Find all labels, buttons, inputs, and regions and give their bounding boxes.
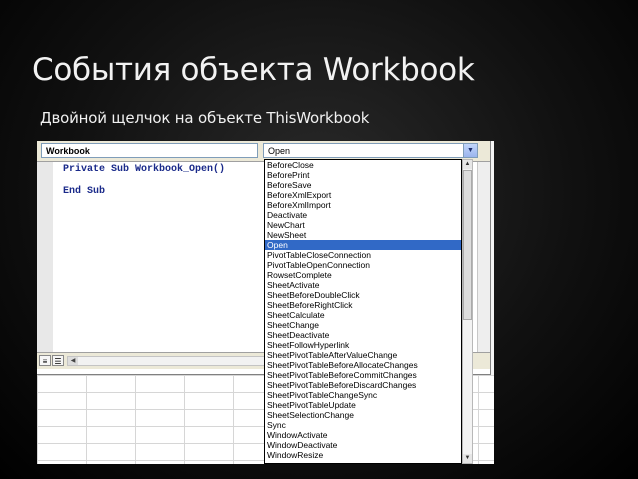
dropdown-item[interactable]: SheetPivotTableBeforeAllocateChanges — [265, 360, 461, 370]
dropdown-item[interactable]: Deactivate — [265, 210, 461, 220]
dropdown-item[interactable]: SheetChange — [265, 320, 461, 330]
slide-title: События объекта Workbook — [32, 52, 475, 88]
dropdown-item[interactable]: PivotTableCloseConnection — [265, 250, 461, 260]
full-module-view-icon[interactable]: ☰ — [52, 355, 64, 366]
dropdown-item[interactable]: SheetBeforeDoubleClick — [265, 290, 461, 300]
dropdown-item[interactable]: SheetPivotTableAfterValueChange — [265, 350, 461, 360]
dropdown-item[interactable]: SheetPivotTableChangeSync — [265, 390, 461, 400]
dropdown-item[interactable]: SheetFollowHyperlink — [265, 340, 461, 350]
dropdown-item[interactable]: WindowActivate — [265, 430, 461, 440]
dropdown-item[interactable]: BeforeSave — [265, 180, 461, 190]
dropdown-item[interactable]: SheetSelectionChange — [265, 410, 461, 420]
dropdown-item[interactable]: NewSheet — [265, 230, 461, 240]
dropdown-item[interactable]: BeforeXmlImport — [265, 200, 461, 210]
dropdown-item[interactable]: SheetActivate — [265, 280, 461, 290]
dropdown-item[interactable]: PivotTableOpenConnection — [265, 260, 461, 270]
procedure-combobox-value: Open — [268, 146, 291, 156]
code-vertical-scrollbar[interactable] — [477, 162, 490, 352]
dropdown-item[interactable]: Sync — [265, 420, 461, 430]
dropdown-item[interactable]: SheetBeforeRightClick — [265, 300, 461, 310]
dropdown-item[interactable]: SheetCalculate — [265, 310, 461, 320]
scroll-left-icon[interactable]: ◀ — [68, 357, 78, 365]
dropdown-item[interactable]: BeforeClose — [265, 160, 461, 170]
object-combobox[interactable]: Workbook — [41, 143, 258, 158]
dropdown-scroll-thumb[interactable] — [463, 170, 472, 320]
dropdown-item[interactable]: BeforeXmlExport — [265, 190, 461, 200]
dropdown-item[interactable]: WindowDeactivate — [265, 440, 461, 450]
procedure-combobox[interactable]: Open ▼ — [263, 143, 478, 158]
dropdown-item[interactable]: SheetPivotTableBeforeDiscardChanges — [265, 380, 461, 390]
slide-subtitle: Двойной щелчок на объекте ThisWorkbook — [40, 109, 370, 127]
scroll-down-icon[interactable]: ▼ — [463, 454, 472, 463]
procedure-dropdown-list[interactable]: BeforeClose BeforePrint BeforeSave BeforeXm… — [264, 159, 462, 464]
dropdown-item[interactable]: RowsetComplete — [265, 270, 461, 280]
dropdown-item[interactable]: SheetPivotTableBeforeCommitChanges — [265, 370, 461, 380]
dropdown-scrollbar[interactable]: ▲ ▼ — [462, 159, 473, 464]
dropdown-item[interactable]: WindowResize — [265, 450, 461, 460]
dropdown-item[interactable]: SheetDeactivate — [265, 330, 461, 340]
procedure-view-icon[interactable]: ≡ — [39, 355, 51, 366]
dropdown-item[interactable]: NewChart — [265, 220, 461, 230]
dropdown-item[interactable]: SheetPivotTableUpdate — [265, 400, 461, 410]
vbe-screenshot: Workbook Open ▼ Private Sub Workbook_Ope… — [37, 141, 494, 464]
chevron-down-icon[interactable]: ▼ — [463, 144, 477, 157]
scroll-up-icon[interactable]: ▲ — [463, 160, 472, 169]
dropdown-item[interactable]: Open — [265, 240, 461, 250]
dropdown-item[interactable]: BeforePrint — [265, 170, 461, 180]
